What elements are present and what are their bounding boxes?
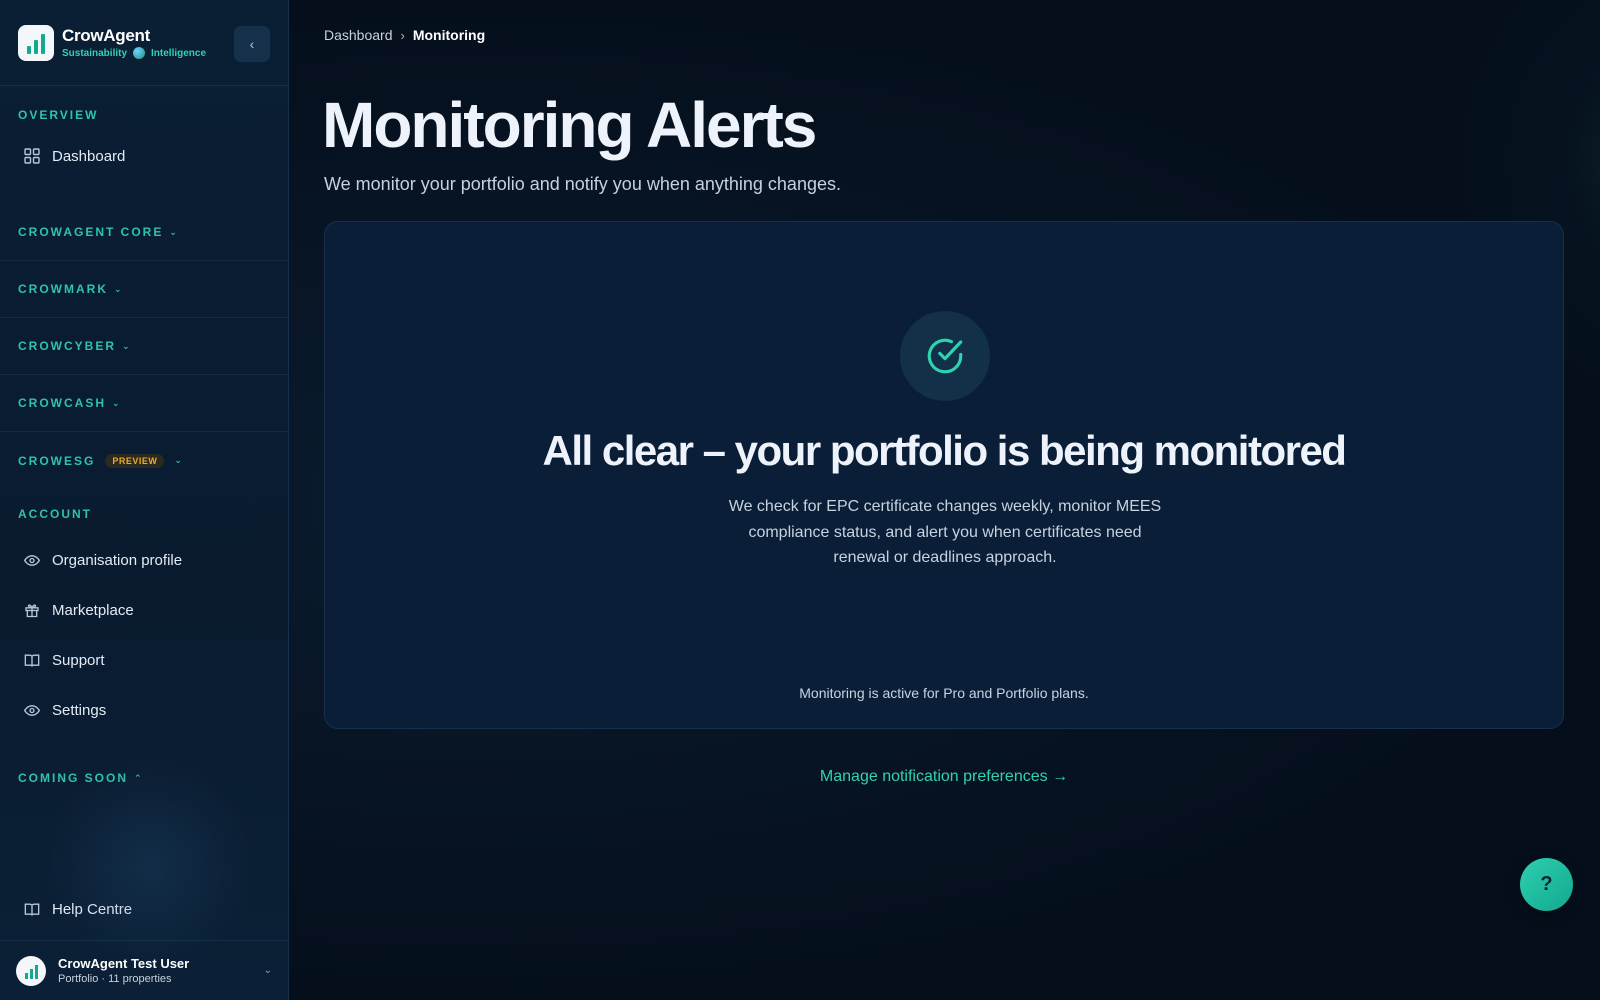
collapse-sidebar-button[interactable]: ‹ (234, 26, 270, 62)
breadcrumb-root[interactable]: Dashboard (324, 27, 393, 43)
help-button[interactable]: ? (1520, 858, 1573, 911)
sidebar-group-crowcash[interactable]: CROWCASH ⌄ (0, 375, 288, 432)
group-label-text: CROWESG (18, 453, 96, 468)
chevron-down-icon: ⌄ (174, 455, 184, 465)
chevron-up-icon: ⌃ (134, 772, 144, 783)
brand-tagline-left: Sustainability (62, 47, 128, 59)
preview-badge: PREVIEW (105, 453, 165, 468)
breadcrumb: Dashboard › Monitoring (324, 27, 485, 43)
brand-tagline: Sustainability Intelligence (62, 47, 206, 59)
sidebar-item-settings[interactable]: Settings (0, 685, 288, 735)
chevron-down-icon: ⌄ (169, 226, 179, 237)
sidebar-group-crowcyber[interactable]: CROWCYBER ⌄ (0, 318, 288, 375)
user-menu[interactable]: CrowAgent Test User Portfolio · 11 prope… (0, 940, 288, 1000)
book-icon (24, 652, 40, 668)
manage-notification-preferences-link[interactable]: Manage notification preferences → (324, 768, 1564, 786)
group-label-text: CROWCASH (18, 396, 106, 410)
plan-note: Monitoring is active for Pro and Portfol… (799, 685, 1089, 701)
group-label-text: CROWCYBER (18, 339, 116, 353)
chevron-down-icon: ⌄ (263, 965, 272, 976)
brand-name: CrowAgent (62, 26, 150, 45)
page-subtitle: We monitor your portfolio and notify you… (324, 174, 841, 194)
crowagent-logo-icon[interactable] (18, 24, 54, 61)
breadcrumb-separator: › (400, 27, 405, 43)
brand-text: CrowAgent Sustainability Intelligence (62, 26, 206, 59)
card-description: We check for EPC certificate changes wee… (728, 498, 1162, 566)
group-label-text: CROWAGENT CORE (18, 225, 164, 239)
globe-icon (133, 47, 146, 59)
sidebar-group-crowesg[interactable]: CROWESG PREVIEW ⌄ (0, 432, 288, 489)
group-label-text: CROWMARK (18, 282, 108, 296)
breadcrumb-current: Monitoring (412, 27, 486, 43)
grid-icon (24, 148, 40, 164)
sidebar-group-crowmark[interactable]: CROWMARK ⌄ (0, 261, 288, 318)
sidebar-item-organisation-profile[interactable]: Organisation profile (0, 535, 288, 585)
sidebar-item-label: Marketplace (52, 601, 134, 619)
sidebar-item-label: Settings (52, 701, 107, 719)
sidebar-item-help-centre[interactable]: Help Centre (0, 891, 156, 927)
question-mark-icon: ? (1540, 873, 1553, 895)
main-content: Dashboard › Monitoring Monitoring Alerts… (289, 0, 1600, 1000)
brand-tagline-right: Intelligence (151, 47, 207, 59)
section-coming-soon[interactable]: COMING SOON ⌃ (0, 771, 288, 785)
sidebar-item-marketplace[interactable]: Marketplace (0, 585, 288, 635)
section-label-overview: OVERVIEW (18, 108, 99, 122)
eye-icon (24, 552, 40, 568)
sidebar-item-support[interactable]: Support (0, 635, 288, 685)
app-root: CrowAgent Sustainability Intelligence ‹ … (0, 0, 1600, 1000)
coming-soon-label: COMING SOON (18, 771, 129, 785)
check-circle-icon (900, 311, 990, 401)
gift-icon (24, 602, 40, 618)
sidebar-group-crowagent-core[interactable]: CROWAGENT CORE ⌄ (0, 204, 288, 261)
chevron-down-icon: ⌄ (114, 283, 124, 294)
group-label: CROWAGENT CORE ⌄ (0, 225, 197, 239)
user-info: CrowAgent Test User Portfolio · 11 prope… (58, 956, 189, 985)
sidebar: CrowAgent Sustainability Intelligence ‹ … (0, 0, 289, 1000)
chevron-down-icon: ⌄ (112, 397, 122, 408)
page-title: Monitoring Alerts (322, 89, 817, 161)
sidebar-item-label: Organisation profile (52, 551, 183, 569)
brand-header: CrowAgent Sustainability Intelligence ‹ (0, 0, 288, 86)
section-label-account: ACCOUNT (18, 507, 92, 521)
sidebar-item-label: Help Centre (52, 900, 133, 918)
book-icon (24, 901, 40, 917)
card-title: All clear – your portfolio is being moni… (542, 427, 1347, 474)
sidebar-item-label: Support (52, 651, 105, 669)
monitoring-status-card: All clear – your portfolio is being moni… (324, 221, 1564, 729)
chevron-left-icon: ‹ (249, 36, 255, 52)
avatar (16, 955, 46, 986)
sidebar-item-label: Dashboard (52, 147, 126, 165)
eye-icon (24, 702, 40, 718)
chevron-down-icon: ⌄ (122, 340, 132, 351)
user-name: CrowAgent Test User (58, 956, 190, 971)
user-meta: Portfolio · 11 properties (58, 973, 172, 985)
group-label: CROWCYBER ⌄ (0, 339, 150, 353)
group-label: CROWMARK ⌄ (0, 282, 142, 296)
group-label: CROWCASH ⌄ (0, 396, 140, 410)
group-label: CROWESG PREVIEW ⌄ (0, 453, 202, 468)
sidebar-item-dashboard[interactable]: Dashboard (0, 138, 288, 174)
